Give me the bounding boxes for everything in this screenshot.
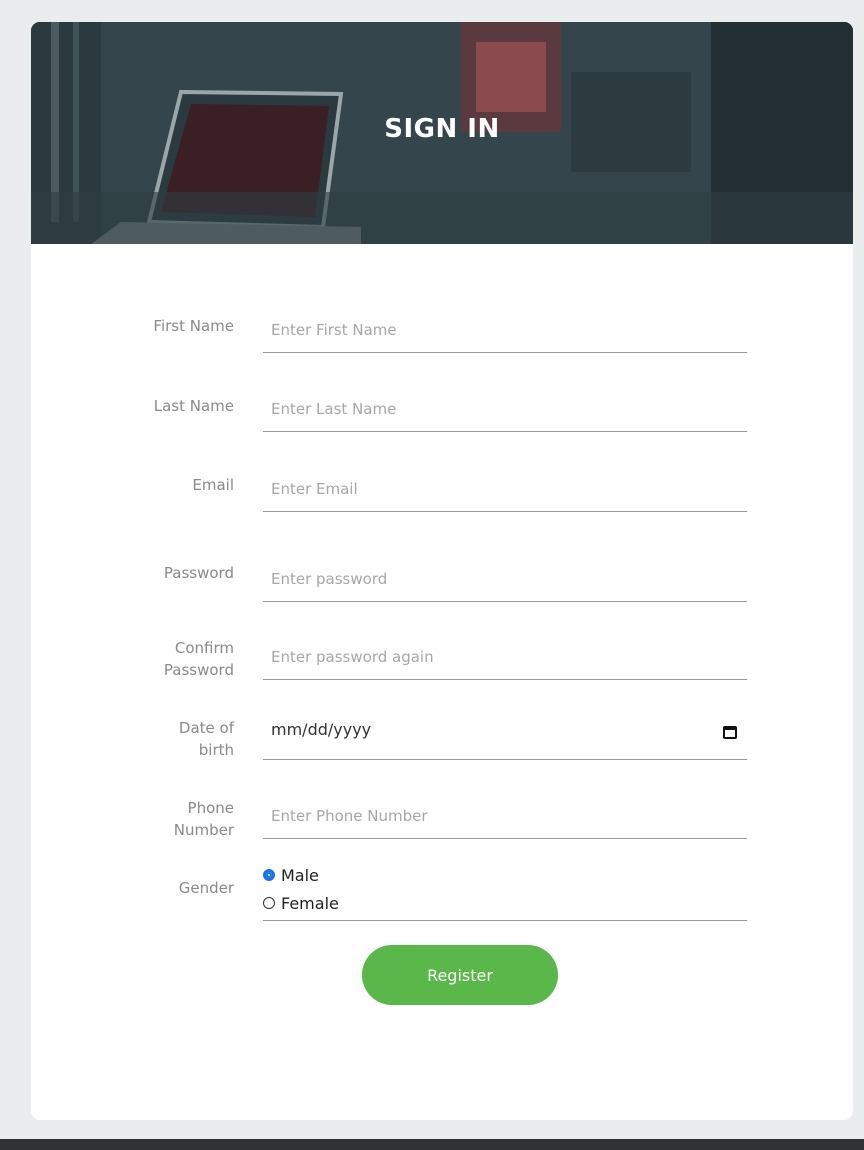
gender-option-male[interactable]: Male [263,861,747,889]
signin-card: SIGN IN First Name Last Name Email Passw… [31,22,853,1120]
confirm-password-row: Confirm Password [31,634,853,680]
email-row: Email [31,466,853,512]
gender-row: Gender Male Female [31,861,853,923]
email-input[interactable] [263,466,747,511]
password-field-wrap [263,556,747,602]
dob-label-line1: Date of [178,719,234,737]
confirm-password-input[interactable] [263,634,747,679]
confirm-password-label-line2: Password [163,661,234,679]
hero-banner: SIGN IN [31,22,853,244]
confirm-password-label: Confirm Password [31,637,234,681]
dob-input[interactable]: mm/dd/yyyy [263,714,747,760]
dob-label-line2: birth [198,741,234,759]
phone-label-line1: Phone [187,799,234,817]
confirm-password-label-line1: Confirm [174,639,234,657]
last-name-row: Last Name [31,386,853,432]
page-title: SIGN IN [384,114,500,144]
gender-label: Gender [178,879,234,897]
password-label: Password [163,564,234,582]
radio-unchecked-icon[interactable] [263,897,275,909]
dob-value: mm/dd/yyyy [271,720,372,739]
window-bottom-edge [0,1139,864,1150]
gender-option-label: Male [281,865,319,885]
register-button[interactable]: Register [362,945,558,1005]
radio-checked-icon[interactable] [263,869,275,881]
email-label: Email [192,476,234,494]
phone-field-wrap [263,793,747,839]
calendar-icon[interactable] [723,724,737,743]
first-name-label: First Name [153,317,234,335]
last-name-input[interactable] [263,386,747,431]
dob-row: Date of birth mm/dd/yyyy [31,714,853,760]
last-name-label: Last Name [153,397,234,415]
email-field-wrap [263,466,747,512]
dob-label: Date of birth [31,717,234,761]
phone-label-line2: Number [173,821,234,839]
gender-option-female[interactable]: Female [263,889,747,917]
confirm-password-field-wrap [263,634,747,680]
last-name-field-wrap [263,386,747,432]
gender-options: Male Female [263,861,747,921]
gender-option-label: Female [281,893,339,913]
first-name-input[interactable] [263,307,747,352]
password-input[interactable] [263,556,747,601]
phone-label: Phone Number [31,797,234,841]
first-name-row: First Name [31,307,853,353]
password-row: Password [31,556,853,602]
first-name-field-wrap [263,307,747,353]
phone-row: Phone Number [31,793,853,839]
phone-input[interactable] [263,793,747,838]
